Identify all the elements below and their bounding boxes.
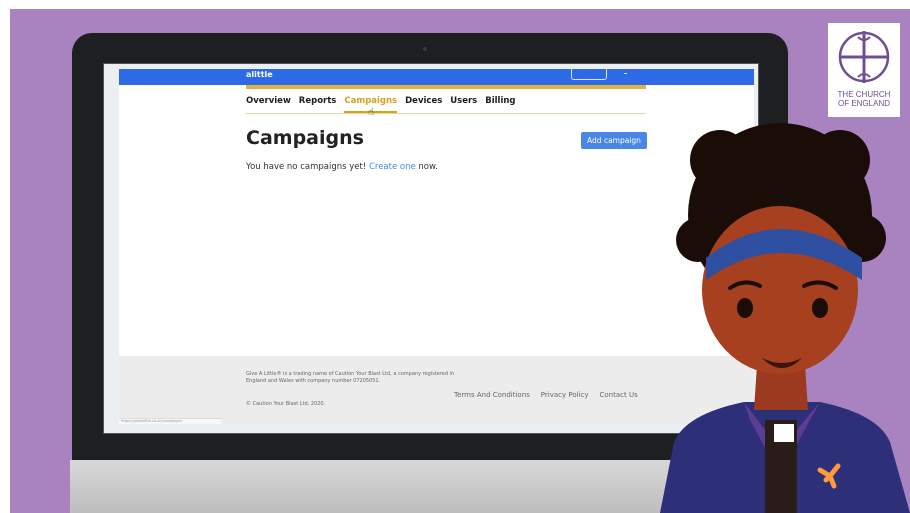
- presenter-head: [676, 123, 886, 410]
- top-navbar: alittle: [119, 69, 754, 85]
- footer-copyright: © Caution Your Blast Ltd, 2020.: [246, 401, 326, 407]
- empty-state-suffix: now.: [415, 162, 438, 172]
- presenter-character: [660, 123, 910, 513]
- page-title: Campaigns: [246, 127, 364, 149]
- tabs-divider: [246, 113, 646, 114]
- status-url: https://givealittle.co.uk/campaigns: [121, 419, 182, 423]
- pointer-cursor-icon: ☝: [368, 107, 375, 118]
- logo-line-2: OF ENGLAND: [837, 99, 890, 108]
- account-button[interactable]: [571, 69, 607, 80]
- presenter-body: [660, 402, 910, 513]
- brand-logo[interactable]: alittle: [246, 70, 273, 79]
- terms-link[interactable]: Terms And Conditions: [454, 391, 530, 399]
- tab-overview[interactable]: Overview: [246, 96, 291, 110]
- tab-devices[interactable]: Devices: [405, 96, 442, 110]
- browser-status-bar: https://givealittle.co.uk/campaigns: [119, 418, 222, 424]
- footer-legal-text: Give A Little® is a trading name of Caut…: [246, 371, 455, 384]
- monitor-stand: [70, 460, 690, 513]
- contact-link[interactable]: Contact Us: [600, 391, 638, 399]
- church-of-england-logo: THE CHURCH OF ENGLAND: [828, 23, 900, 117]
- privacy-link[interactable]: Privacy Policy: [541, 391, 589, 399]
- logo-line-1: THE CHURCH: [837, 90, 891, 99]
- logo-wordmark: THE CHURCH OF ENGLAND: [828, 90, 900, 108]
- church-cross-icon: [838, 31, 890, 83]
- webcam-dot: [423, 47, 427, 51]
- tab-billing[interactable]: Billing: [485, 96, 515, 110]
- add-campaign-button[interactable]: Add campaign: [581, 132, 647, 149]
- empty-state-message: You have no campaigns yet! Create one no…: [246, 162, 438, 172]
- footer-links: Terms And Conditions Privacy Policy Cont…: [454, 391, 638, 399]
- section-tabs: Overview Reports Campaigns Devices Users…: [246, 96, 516, 113]
- empty-state-prefix: You have no campaigns yet!: [246, 162, 369, 172]
- create-campaign-link[interactable]: Create one: [369, 162, 416, 172]
- clerical-collar: [774, 424, 794, 442]
- menu-icon[interactable]: [624, 73, 627, 74]
- tab-users[interactable]: Users: [450, 96, 477, 110]
- tab-reports[interactable]: Reports: [299, 96, 337, 110]
- accent-stripe: [246, 85, 646, 89]
